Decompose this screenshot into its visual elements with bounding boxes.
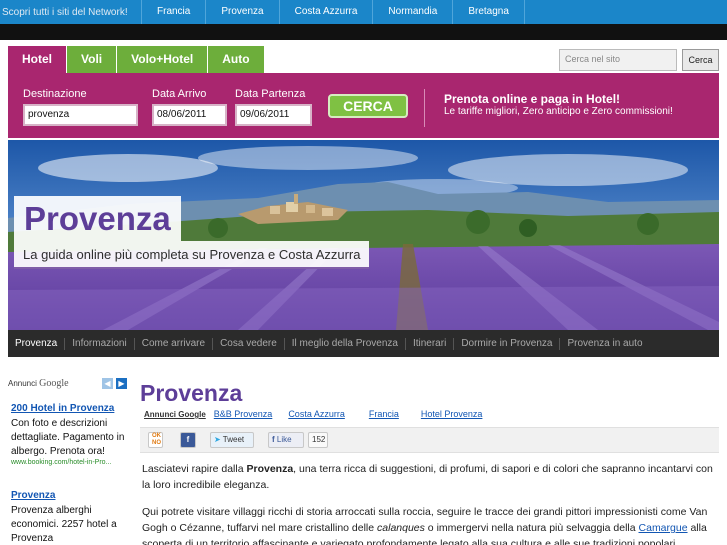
promo-divider — [424, 89, 425, 127]
sidebar-ad-2[interactable]: Provenza Provenza alberghi economici. 22… — [11, 490, 129, 545]
header-band — [0, 24, 727, 40]
hero-title: Provenza — [14, 196, 181, 241]
ad-link-costa-azzurra[interactable]: Costa Azzurra — [288, 409, 345, 420]
like-label: Like — [276, 435, 292, 444]
network-bar: Scopri tutti i siti del Network! Francia… — [0, 0, 727, 24]
booking-tabs: Hotel Voli Volo+Hotel Auto — [8, 46, 265, 73]
ads-header: Annunci Google ◀ ▶ — [8, 377, 128, 391]
ads-label-brand: Google — [39, 378, 69, 389]
page-title: Provenza — [140, 380, 243, 406]
ads-label: Annunci Google — [8, 378, 69, 389]
section-nav-cosa-vedere[interactable]: Cosa vedere — [213, 337, 285, 350]
network-item-francia[interactable]: Francia — [141, 0, 205, 24]
facebook-share-icon[interactable]: f — [180, 432, 196, 448]
ad-text: Con foto e descrizioni dettagliate. Paga… — [11, 418, 125, 457]
hero-banner: Provenza La guida online più completa su… — [8, 140, 719, 330]
ads-next-icon[interactable]: ▶ — [116, 378, 127, 389]
network-item-provenza[interactable]: Provenza — [205, 0, 278, 24]
second-paragraph: Qui potrete visitare villaggi ricchi di … — [142, 504, 717, 545]
camargue-link[interactable]: Camargue — [639, 522, 688, 534]
para2-italic-calanques: calanques — [377, 522, 425, 534]
para2-text-c: o immergervi nella natura più selvaggia … — [424, 522, 639, 534]
ad-title[interactable]: 200 Hotel in Provenza — [11, 403, 129, 414]
ad-title[interactable]: Provenza — [11, 490, 129, 501]
network-item-costa-azzurra[interactable]: Costa Azzurra — [278, 0, 373, 24]
network-item-bretagna[interactable]: Bretagna — [452, 0, 525, 24]
tab-voli[interactable]: Voli — [67, 46, 118, 73]
ad-links-label: Annunci Google — [144, 410, 206, 419]
para1-text-a: Lasciatevi rapire dalla — [142, 463, 247, 475]
tweet-label: Tweet — [222, 435, 245, 444]
section-nav-dormire[interactable]: Dormire in Provenza — [454, 337, 561, 350]
ad-text: Provenza alberghi economici. 2257 hotel … — [11, 505, 117, 544]
facebook-like-button[interactable]: f Like — [268, 432, 304, 448]
section-nav: Provenza Informazioni Come arrivare Cosa… — [8, 330, 719, 357]
like-count: 152 — [308, 432, 328, 448]
booking-panel: Destinazione provenza Data Arrivo 08/06/… — [8, 73, 719, 138]
section-nav-informazioni[interactable]: Informazioni — [65, 337, 135, 350]
section-nav-come-arrivare[interactable]: Come arrivare — [135, 337, 214, 350]
section-nav-il-meglio[interactable]: Il meglio della Provenza — [285, 337, 406, 350]
ad-link-bb-provenza[interactable]: B&B Provenza — [214, 409, 273, 420]
site-search-input[interactable]: Cerca nel sito — [559, 49, 677, 71]
hero-subtitle: La guida online più completa su Provenza… — [14, 241, 370, 269]
para1-bold-provenza: Provenza — [246, 463, 294, 475]
section-nav-in-auto[interactable]: Provenza in auto — [560, 338, 649, 350]
tweet-button[interactable]: ➤ Tweet — [210, 432, 254, 448]
okno-button[interactable]: OK NO — [148, 432, 163, 448]
share-bar: OK NO f ➤ Tweet f Like 152 — [140, 427, 719, 453]
booking-widget: Hotel Voli Volo+Hotel Auto Cerca nel sit… — [8, 46, 719, 138]
departure-label: Data Partenza — [235, 88, 306, 100]
ad-url[interactable]: www.booking.com/hotel-in-Pro... — [11, 459, 129, 466]
site-search-button[interactable]: Cerca — [682, 49, 719, 71]
tab-volo-hotel[interactable]: Volo+Hotel — [117, 46, 209, 73]
section-nav-itinerari[interactable]: Itinerari — [406, 337, 455, 350]
destination-label: Destinazione — [23, 88, 87, 100]
search-button[interactable]: CERCA — [328, 94, 408, 118]
ad-link-francia[interactable]: Francia — [369, 409, 399, 420]
sidebar-ad-1[interactable]: 200 Hotel in Provenza Con foto e descriz… — [11, 403, 129, 466]
intro-paragraph: Lasciatevi rapire dalla Provenza, una te… — [142, 461, 717, 493]
network-intro: Scopri tutti i siti del Network! — [2, 6, 128, 18]
twitter-bird-icon: ➤ — [214, 435, 221, 444]
tab-auto[interactable]: Auto — [208, 46, 265, 73]
destination-field[interactable]: provenza — [23, 104, 138, 126]
section-nav-provenza[interactable]: Provenza — [15, 337, 66, 350]
arrival-label: Data Arrivo — [152, 88, 207, 100]
promo-title: Prenota online e paga in Hotel! — [444, 92, 621, 106]
departure-date-field[interactable]: 09/06/2011 — [235, 104, 312, 126]
promo-text: Le tariffe migliori, Zero anticipo e Zer… — [444, 106, 673, 117]
arrival-date-field[interactable]: 08/06/2011 — [152, 104, 227, 126]
network-item-normandia[interactable]: Normandia — [372, 0, 452, 24]
ads-prev-icon[interactable]: ◀ — [102, 378, 113, 389]
ad-links-row: Annunci Google B&B Provenza Costa Azzurr… — [144, 409, 498, 420]
tab-hotel[interactable]: Hotel — [8, 46, 67, 73]
ads-label-prefix: Annunci — [8, 379, 37, 388]
facebook-like-icon: f — [272, 435, 275, 444]
ad-link-hotel-provenza[interactable]: Hotel Provenza — [421, 409, 483, 420]
